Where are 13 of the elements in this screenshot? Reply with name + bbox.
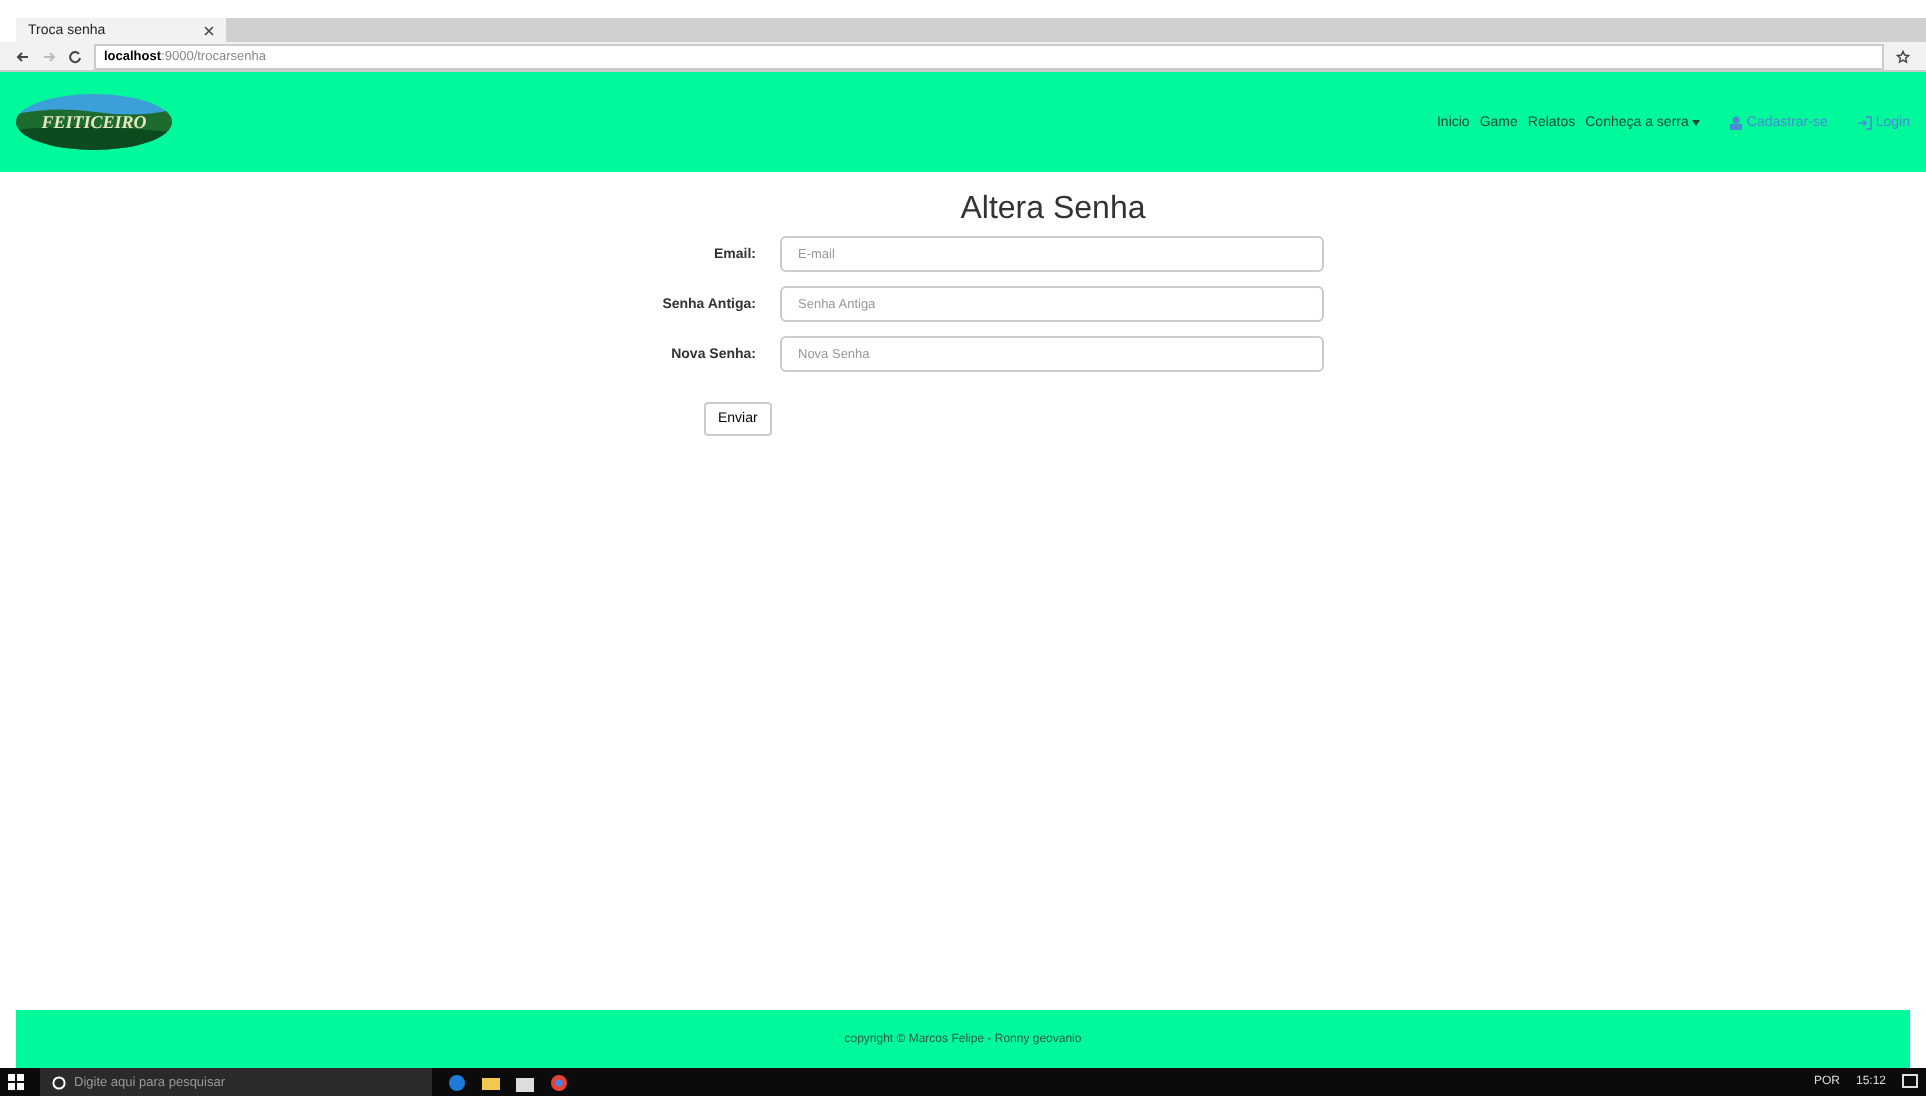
user-icon xyxy=(1730,115,1743,129)
notification-icon[interactable] xyxy=(1902,1074,1918,1090)
star-icon[interactable] xyxy=(1896,49,1910,63)
search-icon xyxy=(52,1075,66,1089)
logo[interactable]: FEITICEIRO xyxy=(16,94,172,150)
reload-icon[interactable] xyxy=(68,49,82,63)
windows-icon[interactable] xyxy=(8,1074,24,1090)
caret-icon xyxy=(1692,119,1701,125)
close-icon[interactable] xyxy=(204,25,214,35)
page-title: Altera Senha xyxy=(960,192,1146,228)
folder-icon[interactable] xyxy=(482,1073,500,1091)
login-icon xyxy=(1857,115,1872,129)
back-icon[interactable] xyxy=(16,49,30,63)
